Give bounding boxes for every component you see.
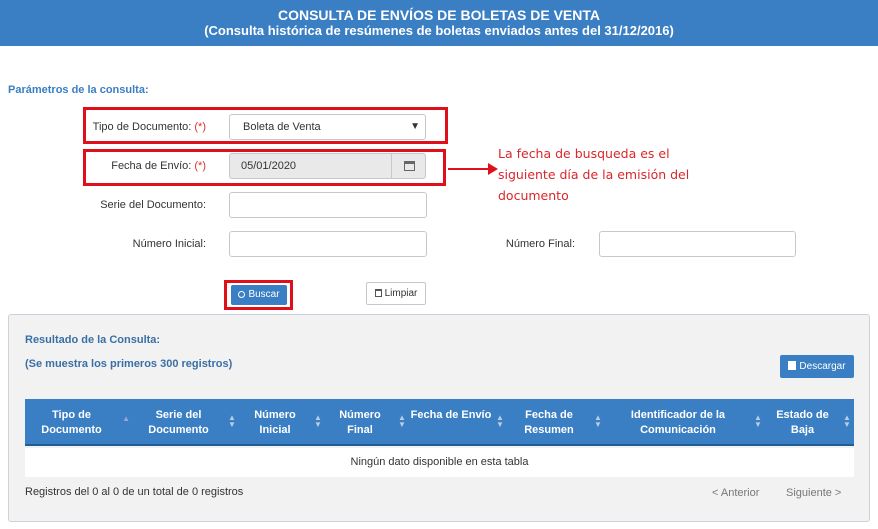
descargar-button[interactable]: Descargar [780, 355, 854, 378]
annotation-arrow-line [448, 168, 490, 170]
results-panel: Resultado de la Consulta: (Se muestra lo… [8, 314, 870, 522]
column-header-identificador[interactable]: Identificador de la Comunicación ▲ ▼ [605, 399, 765, 444]
fecha-envio-value: 05/01/2020 [241, 160, 297, 172]
descargar-label: Descargar [799, 361, 846, 372]
results-subtitle: (Se muestra los primeros 300 registros) [25, 358, 233, 370]
column-header-fecha-envio[interactable]: Fecha de Envío ▲ ▼ [409, 399, 507, 444]
limpiar-label: Limpiar [384, 288, 418, 299]
numero-inicial-label: Número Inicial: [132, 238, 206, 250]
serie-documento-label: Serie del Documento: [100, 199, 206, 211]
annotation-text: La fecha de busqueda es el siguiente día… [498, 146, 690, 203]
sort-icon: ▲ ▼ [843, 413, 851, 429]
limpiar-button[interactable]: Limpiar [366, 282, 426, 305]
page-subtitle: (Consulta histórica de resúmenes de bole… [204, 23, 674, 38]
column-header-numero-inicial[interactable]: Número Inicial ▲ ▼ [239, 399, 325, 444]
tipo-documento-select[interactable]: Boleta de Venta ▼ [229, 114, 426, 140]
page-title: CONSULTA DE ENVÍOS DE BOLETAS DE VENTA [277, 7, 601, 23]
annotation-arrow-head [488, 163, 498, 175]
column-header-tipo[interactable]: Tipo de Documento ▲ [25, 399, 132, 444]
results-table-header: Tipo de Documento ▲ Serie del Documento … [25, 399, 854, 446]
calendar-button[interactable] [391, 154, 425, 178]
column-header-fecha-resumen[interactable]: Fecha de Resumen ▲ ▼ [507, 399, 605, 444]
tipo-documento-value: Boleta de Venta [243, 121, 321, 133]
params-section-title: Parámetros de la consulta: [8, 84, 149, 96]
fecha-envio-label: Fecha de Envío: (*) [60, 160, 206, 172]
buscar-label: Buscar [248, 289, 280, 300]
serie-documento-input[interactable] [229, 192, 427, 218]
column-header-serie[interactable]: Serie del Documento ▲ ▼ [132, 399, 239, 444]
required-mark: (*) [194, 160, 206, 172]
buscar-button[interactable]: Buscar [231, 285, 287, 305]
page-header: CONSULTA DE ENVÍOS DE BOLETAS DE VENTA (… [0, 0, 878, 46]
sort-icon: ▲ ▼ [754, 413, 762, 429]
pagination-next[interactable]: Siguiente > [786, 487, 841, 499]
sort-icon: ▲ ▼ [398, 413, 406, 429]
numero-inicial-input[interactable] [229, 231, 427, 257]
empty-table-row: Ningún dato disponible en esta tabla [25, 448, 854, 477]
download-icon [788, 361, 797, 370]
page: CONSULTA DE ENVÍOS DE BOLETAS DE VENTA (… [0, 0, 878, 529]
pagination-prev[interactable]: < Anterior [712, 487, 759, 499]
sort-asc-icon: ▲ [122, 414, 130, 423]
results-title: Resultado de la Consulta: [25, 334, 161, 346]
column-header-numero-final[interactable]: Número Final ▲ ▼ [325, 399, 409, 444]
column-header-estado[interactable]: Estado de Baja ▲ ▼ [765, 399, 854, 444]
fecha-envio-label-text: Fecha de Envío: [111, 160, 192, 172]
sort-icon: ▲ ▼ [314, 413, 322, 429]
required-mark: (*) [194, 121, 206, 133]
tipo-documento-label: Tipo de Documento: (*) [60, 121, 206, 133]
numero-final-label: Número Final: [505, 238, 575, 250]
fecha-envio-field[interactable]: 05/01/2020 [229, 153, 426, 179]
numero-final-input[interactable] [599, 231, 796, 257]
tipo-documento-label-text: Tipo de Documento: [92, 121, 192, 133]
sort-icon: ▲ ▼ [496, 413, 504, 429]
sort-icon: ▲ ▼ [228, 413, 236, 429]
trash-icon [374, 289, 382, 297]
chevron-down-icon: ▼ [410, 121, 420, 132]
calendar-icon [404, 161, 415, 171]
search-icon [238, 291, 246, 298]
table-info: Registros del 0 al 0 de un total de 0 re… [25, 486, 244, 498]
sort-icon: ▲ ▼ [594, 413, 602, 429]
